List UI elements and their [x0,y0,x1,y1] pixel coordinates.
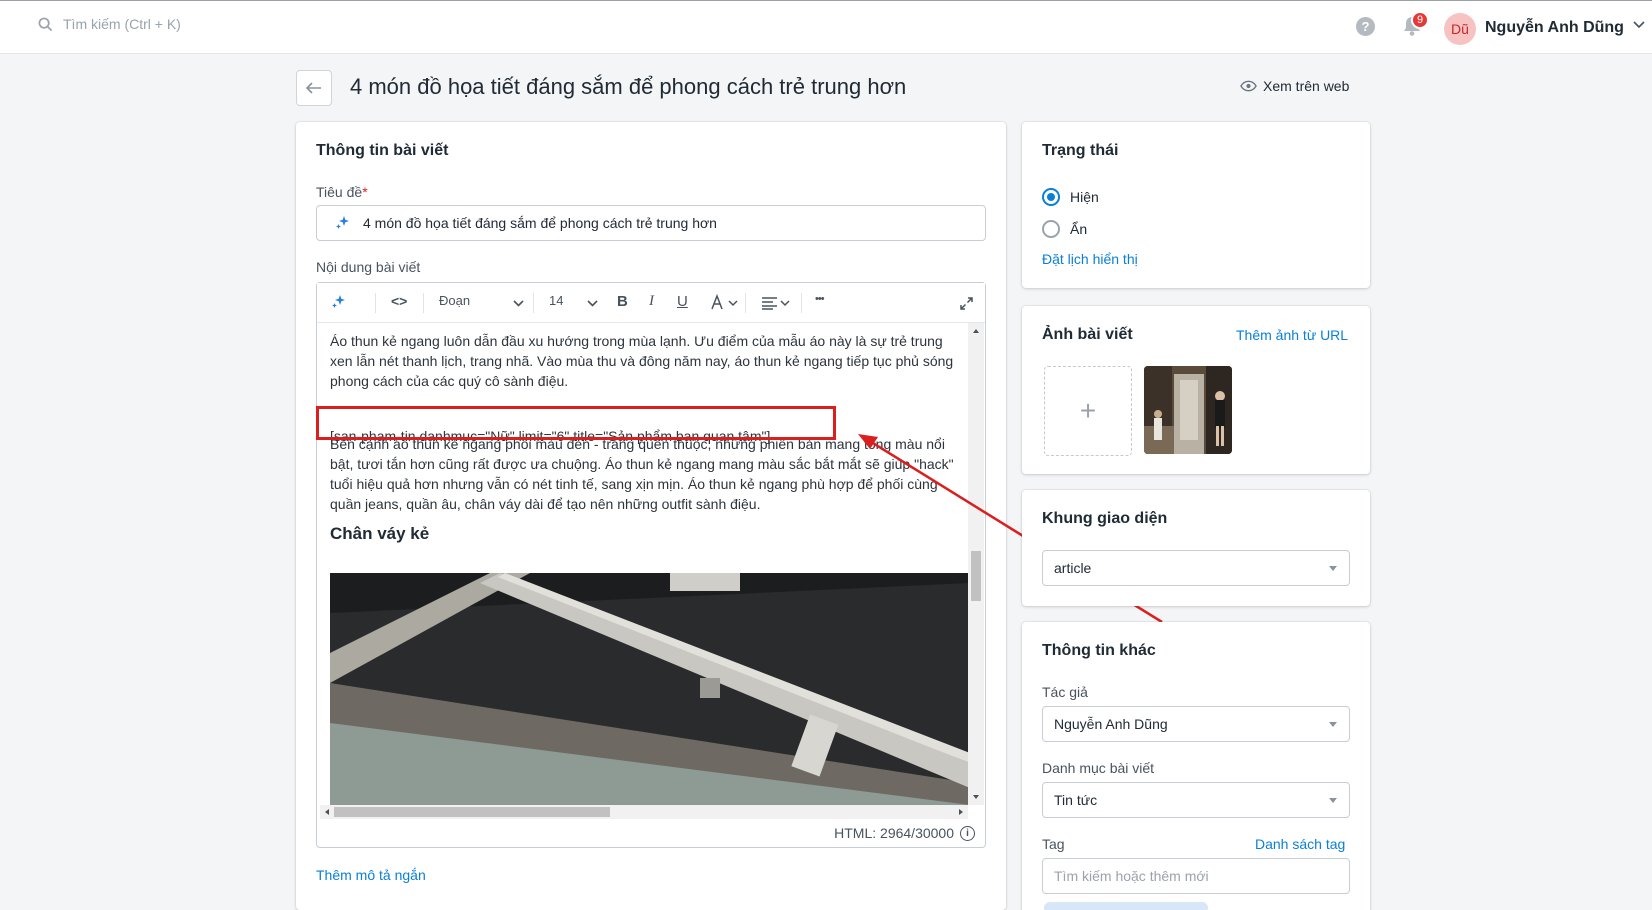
horizontal-scrollbar[interactable] [320,805,968,819]
ai-sparkle-icon[interactable] [335,215,351,231]
content-heading: Chân váy kẻ [330,524,430,543]
annotation-highlight-box [316,406,836,440]
chevron-down-icon[interactable] [1633,21,1645,29]
page-title: 4 món đồ họa tiết đáng sắm để phong cách… [350,74,907,99]
author-select[interactable]: Nguyễn Anh Dũng [1042,706,1350,742]
help-icon[interactable]: ? [1356,17,1375,36]
template-select-value: article [1054,560,1092,576]
tag-chip[interactable] [1044,902,1208,910]
scroll-down-icon[interactable] [968,791,984,803]
horizontal-scroll-thumb[interactable] [334,807,610,817]
schedule-display-link[interactable]: Đặt lịch hiển thị [1042,251,1138,267]
paragraph-format-select[interactable]: Đoạn [439,293,470,308]
template-title: Khung giao diện [1042,510,1168,527]
scroll-left-icon[interactable] [321,805,333,819]
html-count-text: HTML: 2964/30000 [834,825,954,841]
toolbar-divider [375,293,376,313]
scroll-right-icon[interactable] [955,805,967,819]
content-paragraph: Áo thun kẻ ngang luôn dẫn đầu xu hướng t… [330,333,954,389]
arrow-left-icon [306,82,321,94]
content-image [330,573,970,805]
rich-text-editor[interactable]: <> Đoạn 14 B I U ••• Áo thun kẻ ngang lu… [316,282,986,848]
italic-button[interactable]: I [649,293,654,310]
template-select[interactable]: article [1042,550,1350,586]
add-image-button[interactable]: + [1044,366,1132,456]
search-icon [38,17,53,31]
status-title: Trạng thái [1042,142,1119,159]
scroll-up-icon[interactable] [968,325,984,337]
notification-badge: 9 [1411,11,1429,29]
global-search[interactable]: Tìm kiếm (Ctrl + K) [38,16,181,32]
tag-search-placeholder: Tìm kiếm hoặc thêm mới [1054,868,1209,884]
title-input[interactable]: 4 món đồ họa tiết đáng sắm để phong cách… [316,205,986,241]
radio-show-label[interactable]: Hiện [1070,189,1099,205]
font-size-select[interactable]: 14 [549,293,563,308]
top-bar: Tìm kiếm (Ctrl + K) ? 9 Dũ Nguyễn Anh Dũ… [0,0,1652,54]
vertical-scroll-thumb[interactable] [971,551,981,601]
add-short-description-link[interactable]: Thêm mô tả ngắn [316,867,426,883]
back-button[interactable] [296,70,332,106]
tag-list-link[interactable]: Danh sách tag [1255,836,1345,852]
code-view-button[interactable]: <> [391,293,407,309]
bold-button[interactable]: B [617,293,628,310]
other-info-title: Thông tin khác [1042,642,1156,659]
author-label: Tác giả [1042,684,1088,700]
toolbar-divider [745,293,746,313]
toolbar-divider [801,293,802,313]
eye-icon [1240,80,1257,92]
chevron-down-icon [1329,566,1337,571]
template-card [1022,490,1370,606]
toolbar-divider [533,293,534,313]
tag-label: Tag [1042,836,1065,852]
content-paragraph: Bên cạnh áo thun kẻ ngang phối màu đen -… [330,436,954,512]
add-image-from-url-link[interactable]: Thêm ảnh từ URL [1236,327,1348,343]
more-options-button[interactable]: ••• [815,293,825,305]
content-field-label: Nội dung bài viết [316,259,421,275]
radio-show[interactable] [1042,188,1060,206]
category-select[interactable]: Tin tức [1042,782,1350,818]
vertical-scrollbar[interactable] [968,323,984,805]
tag-search-input[interactable]: Tìm kiếm hoặc thêm mới [1042,858,1350,894]
article-image-thumbnail[interactable] [1144,366,1232,454]
chevron-down-icon[interactable] [513,300,524,307]
text-color-icon[interactable] [709,294,739,312]
chevron-down-icon [1329,722,1337,727]
category-select-value: Tin tức [1054,792,1098,808]
view-on-web-label: Xem trên web [1263,78,1350,94]
search-placeholder: Tìm kiếm (Ctrl + K) [63,16,181,32]
html-character-count: HTML: 2964/30000 i [834,825,975,841]
radio-hide-label[interactable]: Ẩn [1070,221,1087,237]
category-label: Danh mục bài viết [1042,760,1155,776]
editor-toolbar: <> Đoạn 14 B I U ••• [317,283,985,323]
author-select-value: Nguyễn Anh Dũng [1054,716,1168,732]
radio-hide[interactable] [1042,220,1060,238]
avatar[interactable]: Dũ [1444,13,1476,45]
underline-button[interactable]: U [677,293,688,310]
article-image-title: Ảnh bài viết [1042,326,1133,343]
user-name[interactable]: Nguyễn Anh Dũng [1485,19,1624,37]
align-icon[interactable] [761,296,791,310]
title-field-label: Tiêu đề* [316,184,368,200]
ai-sparkle-icon[interactable] [331,294,347,310]
article-info-title: Thông tin bài viết [316,142,449,159]
toolbar-divider [423,293,424,313]
info-icon[interactable]: i [960,825,975,841]
view-on-web-link[interactable]: Xem trên web [1240,78,1349,94]
chevron-down-icon[interactable] [587,300,598,307]
chevron-down-icon [1329,798,1337,803]
fullscreen-icon[interactable] [960,297,973,310]
title-input-value: 4 món đồ họa tiết đáng sắm để phong cách… [363,215,717,231]
paragraph-format-value: Đoạn [439,293,471,308]
